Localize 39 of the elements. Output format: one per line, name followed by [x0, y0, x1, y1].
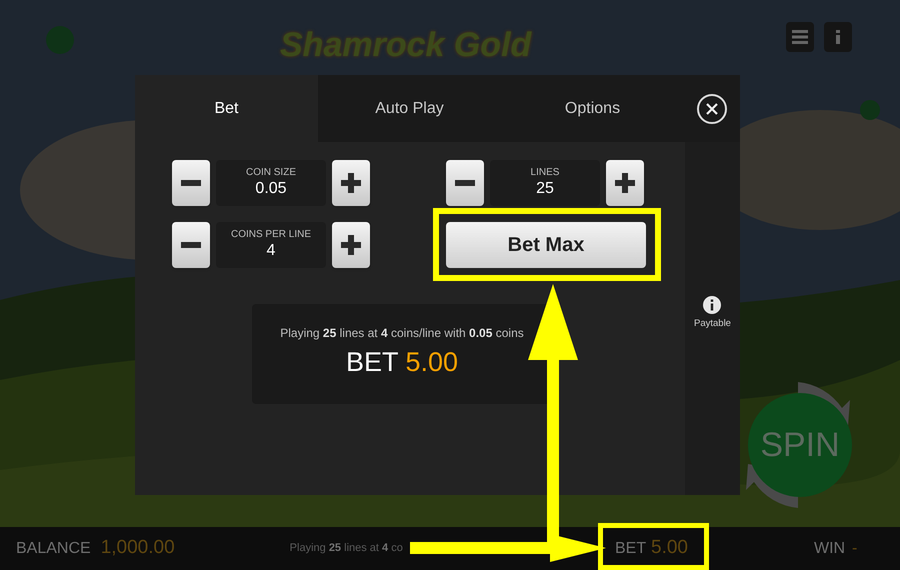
- close-button[interactable]: [697, 94, 727, 124]
- tab[interactable]: Auto Play: [318, 75, 501, 142]
- win-label: WIN: [814, 538, 846, 558]
- balance-label: BALANCE: [16, 538, 91, 558]
- balance-value: 1,000.00: [100, 536, 175, 560]
- bet-description: Playing 25 lines at 4 coins/line with 0.05 coins: [280, 325, 524, 342]
- win-value: -: [852, 538, 858, 558]
- plus-button[interactable]: [606, 160, 644, 206]
- stepper-value: 0.05: [255, 179, 287, 199]
- plus-button[interactable]: [332, 160, 370, 206]
- bet-label: BET: [346, 346, 398, 378]
- paytable-button[interactable]: Paytable: [694, 296, 731, 332]
- minus-icon: [181, 180, 201, 186]
- plus-icon: [615, 173, 635, 193]
- stepper-label: COIN SIZE: [246, 167, 296, 179]
- tab[interactable]: Options: [501, 75, 684, 142]
- stepper-value: 4: [266, 241, 276, 261]
- info-button[interactable]: [824, 22, 852, 52]
- bet-value: 5.00: [651, 536, 688, 560]
- minus-button[interactable]: [172, 222, 210, 268]
- plus-icon: [341, 173, 361, 193]
- close-icon: [706, 102, 718, 114]
- stepper-value: 25: [536, 179, 554, 199]
- status-message: Playing 25 lines at 4 co: [290, 541, 403, 556]
- plus-button[interactable]: [332, 222, 370, 268]
- menu-button[interactable]: [786, 22, 814, 52]
- plus-icon: [341, 235, 361, 255]
- menu-icon: [792, 30, 808, 44]
- minus-button[interactable]: [172, 160, 210, 206]
- bet-label: BET: [615, 538, 646, 558]
- bet-max-button[interactable]: Bet Max: [446, 222, 646, 268]
- info-icon: [836, 30, 840, 44]
- stepper-label: COINS PER LINE: [230, 229, 312, 241]
- minus-button[interactable]: [446, 160, 484, 206]
- stepper-label: LINES: [530, 167, 560, 179]
- minus-icon: [455, 180, 475, 186]
- info-icon: [703, 296, 722, 314]
- minus-icon: [181, 242, 201, 248]
- bet-amount: 5.00: [405, 346, 458, 378]
